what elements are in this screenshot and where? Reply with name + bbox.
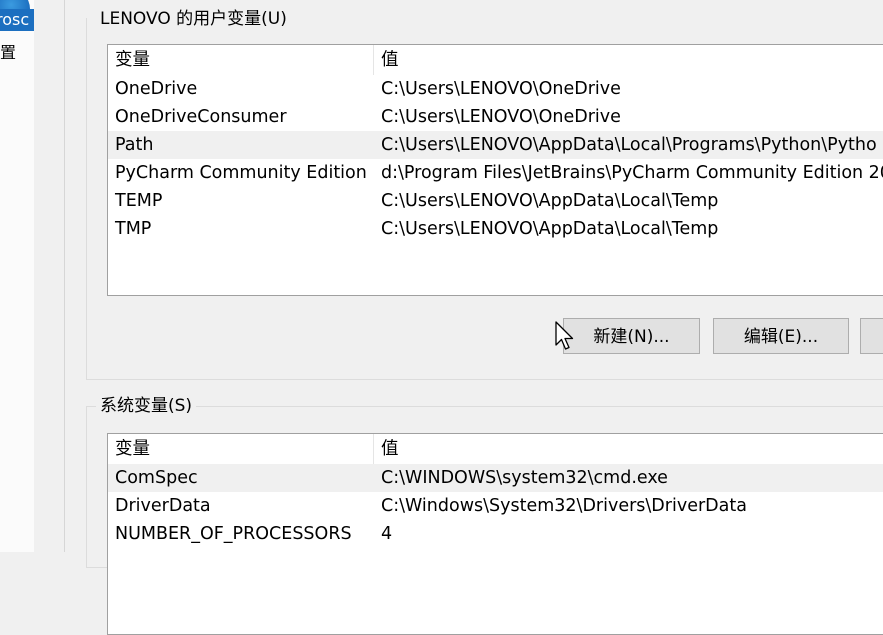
table-row[interactable]: TMP C:\Users\LENOVO\AppData\Local\Temp [108,215,883,243]
variable-name: DriverData [115,496,211,516]
system-variables-title: 系统变量(S) [96,395,197,417]
table-row-selected[interactable]: ComSpec C:\WINDOWS\system32\cmd.exe [108,464,883,492]
variable-name: OneDriveConsumer [115,107,287,127]
variable-name: NUMBER_OF_PROCESSORS [115,524,352,544]
user-variables-group: LENOVO 的用户变量(U) 变量 值 OneDrive C:\Users\L… [86,8,883,380]
column-separator[interactable] [373,45,374,75]
background-window-label: rosc [0,9,34,31]
variable-value: C:\WINDOWS\system32\cmd.exe [381,468,668,488]
user-variables-title: LENOVO 的用户变量(U) [96,8,291,30]
column-header-value[interactable]: 值 [381,434,399,464]
table-row[interactable]: OneDrive C:\Users\LENOVO\OneDrive [108,75,883,103]
delete-user-variable-button[interactable] [860,318,883,354]
variable-name: TMP [115,219,152,239]
variable-value: d:\Program Files\JetBrains\PyCharm Commu… [381,163,883,183]
variable-name: ComSpec [115,468,198,488]
table-row-selected[interactable]: Path C:\Users\LENOVO\AppData\Local\Progr… [108,131,883,159]
edit-user-variable-button[interactable]: 编辑(E)... [713,318,849,354]
environment-variables-dialog: LENOVO 的用户变量(U) 变量 值 OneDrive C:\Users\L… [65,0,883,635]
list-header: 变量 值 [108,434,883,464]
column-header-value[interactable]: 值 [381,45,399,75]
list-header: 变量 值 [108,45,883,75]
column-header-variable[interactable]: 变量 [115,45,150,75]
new-user-variable-button[interactable]: 新建(N)... [563,318,700,354]
dialog-border [34,0,65,552]
variable-name: OneDrive [115,79,198,99]
table-row[interactable]: DriverData C:\Windows\System32\Drivers\D… [108,492,883,520]
variable-name: TEMP [115,191,163,211]
column-header-variable[interactable]: 变量 [115,434,150,464]
system-variables-group: 系统变量(S) 变量 值 ComSpec C:\WINDOWS\system32… [86,395,883,635]
mouse-pointer-icon [555,321,574,350]
variable-value: C:\Users\LENOVO\AppData\Local\Programs\P… [381,135,877,155]
table-row[interactable]: TEMP C:\Users\LENOVO\AppData\Local\Temp [108,187,883,215]
background-window: rosc 置 [0,0,35,552]
variable-value: C:\Users\LENOVO\OneDrive [381,107,621,127]
table-row[interactable]: NUMBER_OF_PROCESSORS 4 [108,520,883,548]
variable-value: C:\Users\LENOVO\AppData\Local\Temp [381,191,719,211]
variable-name: PyCharm Community Edition [115,163,367,183]
table-row[interactable]: OneDriveConsumer C:\Users\LENOVO\OneDriv… [108,103,883,131]
system-variables-list[interactable]: 变量 值 ComSpec C:\WINDOWS\system32\cmd.exe… [107,433,883,635]
variable-name: Path [115,135,154,155]
table-row[interactable]: PyCharm Community Edition d:\Program Fil… [108,159,883,187]
variable-value: C:\Windows\System32\Drivers\DriverData [381,496,747,516]
user-variables-list[interactable]: 变量 值 OneDrive C:\Users\LENOVO\OneDrive O… [107,44,883,296]
variable-value: C:\Users\LENOVO\OneDrive [381,79,621,99]
variable-value: 4 [381,524,393,544]
column-separator[interactable] [373,434,374,464]
variable-value: C:\Users\LENOVO\AppData\Local\Temp [381,219,719,239]
background-window-label-2: 置 [0,43,17,62]
